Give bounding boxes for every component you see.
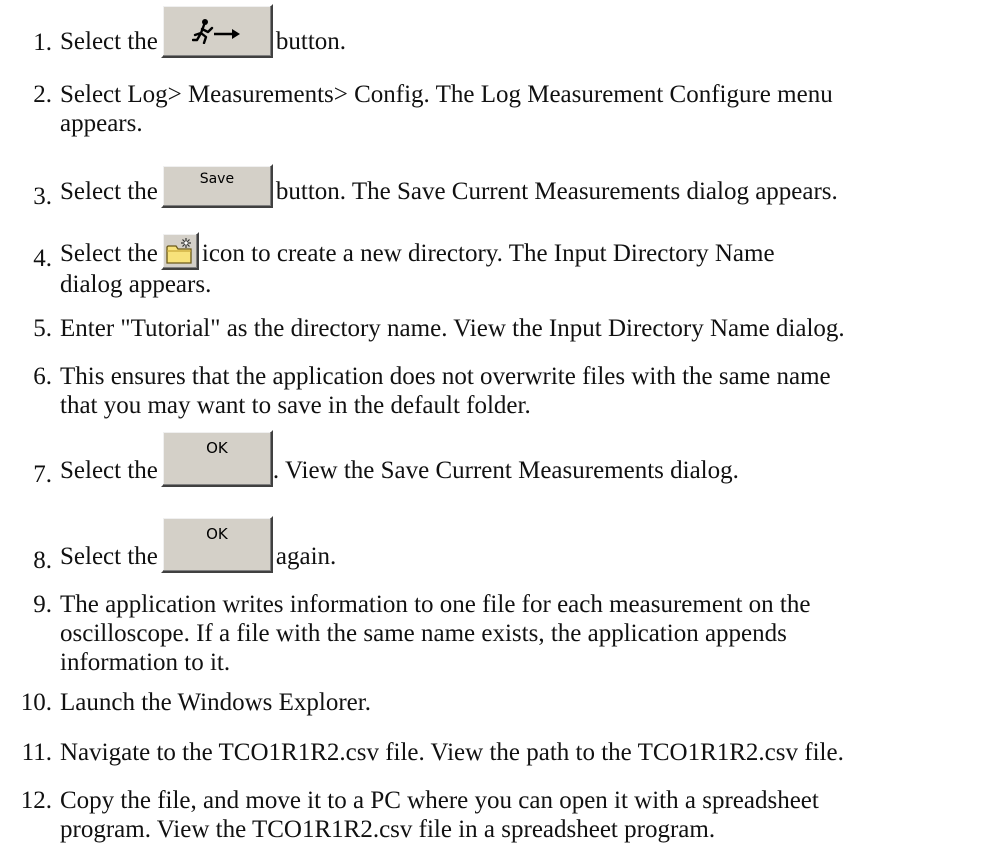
step-text: program. View the TCO1R1R2.csv file in a… xyxy=(60,816,716,843)
step-number: 3. xyxy=(33,183,52,210)
step-number: 5. xyxy=(33,315,52,342)
step-text: Select the xyxy=(60,28,158,55)
new-folder-button[interactable] xyxy=(160,232,199,270)
step-text: icon to create a new directory. The Inpu… xyxy=(201,240,775,267)
step-number: 6. xyxy=(33,363,52,390)
ok-button[interactable]: OK xyxy=(160,516,273,573)
step-text: button. xyxy=(275,28,347,55)
step-text: Navigate to the TCO1R1R2.csv file. View … xyxy=(60,739,844,766)
step-text: Select the xyxy=(60,240,158,267)
step-text: Launch the Windows Explorer. xyxy=(60,689,371,716)
step-text: appears. xyxy=(60,110,143,137)
step-number: 2. xyxy=(33,81,52,108)
ok-button[interactable]: OK xyxy=(160,430,273,487)
step-number: 9. xyxy=(33,591,52,618)
new-folder-icon xyxy=(166,238,192,264)
save-button[interactable]: Save xyxy=(160,164,273,208)
step-text: Select Log> Measurements> Config. The Lo… xyxy=(60,81,833,108)
step-number: 12. xyxy=(20,787,52,814)
step-text: information to it. xyxy=(60,649,231,676)
step-number: 7. xyxy=(33,461,52,488)
step-text: This ensures that the application does n… xyxy=(60,363,831,390)
run-button[interactable] xyxy=(160,4,273,58)
step-text: again. xyxy=(275,543,337,570)
step-number: 11. xyxy=(21,739,52,766)
step-text: that you may want to save in the default… xyxy=(60,392,531,419)
step-text: Select the xyxy=(60,178,158,205)
step-text: Enter "Tutorial" as the directory name. … xyxy=(60,315,845,342)
step-text: The application writes information to on… xyxy=(60,591,811,618)
run-icon xyxy=(191,19,240,44)
list-item: 1. Select the button. xyxy=(0,4,993,60)
step-number: 1. xyxy=(33,29,52,56)
step-text: Copy the file, and move it to a PC where… xyxy=(60,787,819,814)
step-text: . View the Save Current Measurements dia… xyxy=(272,457,739,484)
step-number: 8. xyxy=(33,547,52,574)
step-text: oscilloscope. If a file with the same na… xyxy=(60,620,787,647)
step-number: 10. xyxy=(20,689,52,716)
step-text: dialog appears. xyxy=(60,271,212,298)
step-text: Select the xyxy=(60,543,158,570)
step-number: 4. xyxy=(33,245,52,272)
step-text: button. The Save Current Measurements di… xyxy=(275,178,838,205)
step-text: Select the xyxy=(60,457,158,484)
